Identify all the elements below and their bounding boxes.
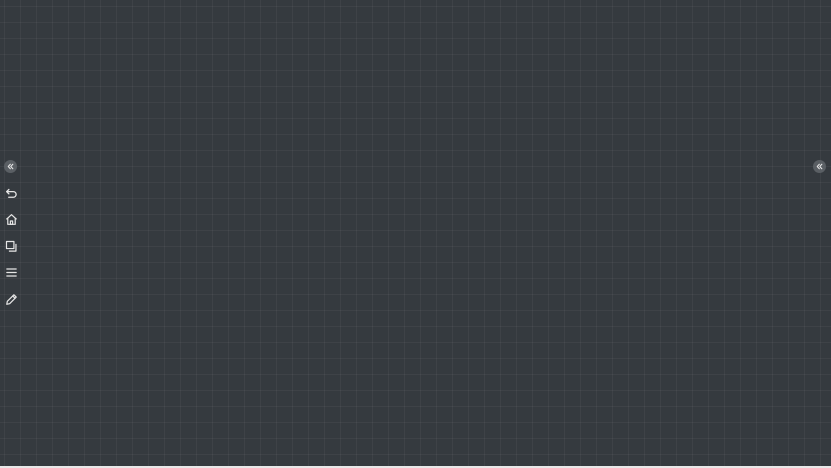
layers-icon [5, 240, 17, 252]
undo-button[interactable] [2, 184, 20, 202]
collapse-left-panel-button[interactable] [4, 160, 17, 173]
chevrons-left-icon [816, 163, 823, 170]
pencil-icon [5, 293, 17, 305]
layers-button[interactable] [2, 237, 20, 255]
collapse-right-panel-button[interactable] [813, 160, 826, 173]
menu-button[interactable] [2, 264, 20, 282]
canvas[interactable] [0, 0, 831, 468]
left-toolbar [2, 184, 20, 317]
pencil-button[interactable] [2, 290, 20, 308]
menu-icon [5, 268, 17, 277]
home-icon [5, 214, 17, 225]
home-button[interactable] [2, 211, 20, 229]
chevrons-left-icon [7, 163, 14, 170]
undo-icon [5, 188, 17, 198]
